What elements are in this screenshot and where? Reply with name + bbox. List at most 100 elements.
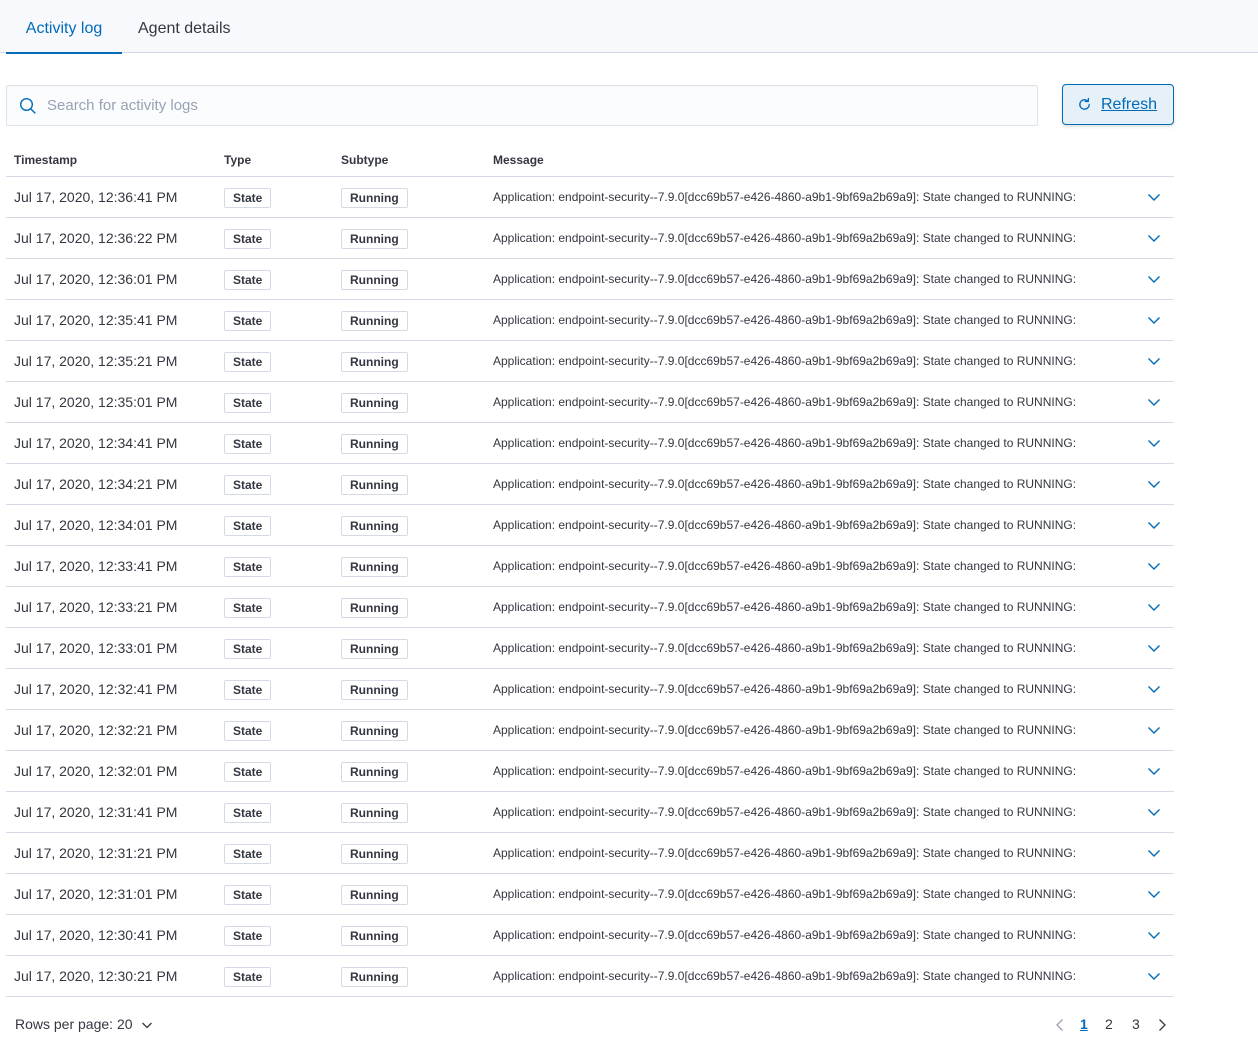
subtype-badge: Running <box>341 844 408 864</box>
table-row: Jul 17, 2020, 12:30:41 PM State Running App… <box>6 915 1174 956</box>
chevron-down-icon <box>141 1022 152 1029</box>
table-row: Jul 17, 2020, 12:30:21 PM State Running App… <box>6 956 1174 997</box>
chevron-down-icon[interactable] <box>1146 722 1162 738</box>
chevron-down-icon[interactable] <box>1146 927 1162 943</box>
subtype-badge: Running <box>341 967 408 987</box>
table-row: Jul 17, 2020, 12:32:21 PM State Running App… <box>6 710 1174 751</box>
column-header-type: Type <box>224 153 252 167</box>
row-message: Application: endpoint-security--7.9.0[dc… <box>493 231 1077 245</box>
rows-per-page-selector[interactable]: Rows per page: 20 <box>15 1016 153 1032</box>
chevron-down-icon[interactable] <box>1146 517 1162 533</box>
type-badge: State <box>224 311 272 331</box>
subtype-badge: Running <box>341 188 408 208</box>
row-message: Application: endpoint-security--7.9.0[dc… <box>493 764 1077 778</box>
type-badge: State <box>224 270 272 290</box>
table-row: Jul 17, 2020, 12:35:01 PM State Running App… <box>6 382 1174 423</box>
row-timestamp: Jul 17, 2020, 12:31:01 PM <box>14 886 178 902</box>
chevron-down-icon[interactable] <box>1146 845 1162 861</box>
type-badge: State <box>224 967 272 987</box>
table-row: Jul 17, 2020, 12:31:01 PM State Running App… <box>6 874 1174 915</box>
subtype-badge: Running <box>341 434 408 454</box>
type-badge: State <box>224 926 272 946</box>
row-message: Application: endpoint-security--7.9.0[dc… <box>493 887 1077 901</box>
type-badge: State <box>224 598 272 618</box>
column-header-subtype: Subtype <box>341 153 389 167</box>
table-row: Jul 17, 2020, 12:35:21 PM State Running App… <box>6 341 1174 382</box>
refresh-icon <box>1079 97 1090 110</box>
table-row: Jul 17, 2020, 12:34:01 PM State Running App… <box>6 505 1174 546</box>
row-message: Application: endpoint-security--7.9.0[dc… <box>493 272 1077 286</box>
chevron-down-icon[interactable] <box>1146 968 1162 984</box>
subtype-badge: Running <box>341 557 408 577</box>
type-badge: State <box>224 475 272 495</box>
chevron-down-icon[interactable] <box>1146 435 1162 451</box>
page-link-2[interactable]: 2 <box>1105 1016 1113 1032</box>
row-message: Application: endpoint-security--7.9.0[dc… <box>493 641 1077 655</box>
subtype-badge: Running <box>341 352 408 372</box>
table-row: Jul 17, 2020, 12:33:21 PM State Running App… <box>6 587 1174 628</box>
chevron-down-icon[interactable] <box>1146 394 1162 410</box>
type-badge: State <box>224 557 272 577</box>
table-row: Jul 17, 2020, 12:34:41 PM State Running App… <box>6 423 1174 464</box>
refresh-label: Refresh <box>1101 96 1158 113</box>
row-timestamp: Jul 17, 2020, 12:30:41 PM <box>14 927 178 943</box>
type-badge: State <box>224 352 272 372</box>
row-timestamp: Jul 17, 2020, 12:34:21 PM <box>14 476 178 492</box>
type-badge: State <box>224 762 272 782</box>
row-timestamp: Jul 17, 2020, 12:35:41 PM <box>14 312 178 328</box>
table-row: Jul 17, 2020, 12:31:41 PM State Running App… <box>6 792 1174 833</box>
search-bar <box>6 85 1038 126</box>
row-message: Application: endpoint-security--7.9.0[dc… <box>493 313 1077 327</box>
subtype-badge: Running <box>341 598 408 618</box>
row-message: Application: endpoint-security--7.9.0[dc… <box>493 559 1077 573</box>
chevron-down-icon[interactable] <box>1146 189 1162 205</box>
row-message: Application: endpoint-security--7.9.0[dc… <box>493 969 1077 983</box>
page-link-3[interactable]: 3 <box>1132 1016 1140 1032</box>
chevron-down-icon[interactable] <box>1146 476 1162 492</box>
subtype-badge: Running <box>341 680 408 700</box>
rows-per-page-label: Rows per page: 20 <box>15 1016 133 1032</box>
search-input[interactable] <box>47 86 1027 125</box>
subtype-badge: Running <box>341 475 408 495</box>
row-message: Application: endpoint-security--7.9.0[dc… <box>493 436 1077 450</box>
row-timestamp: Jul 17, 2020, 12:34:01 PM <box>14 517 178 533</box>
row-timestamp: Jul 17, 2020, 12:36:22 PM <box>14 230 178 246</box>
tab-activity-log[interactable]: Activity log <box>6 0 122 54</box>
table-row: Jul 17, 2020, 12:36:41 PM State Running App… <box>6 177 1174 218</box>
chevron-down-icon[interactable] <box>1146 230 1162 246</box>
subtype-badge: Running <box>341 762 408 782</box>
chevron-down-icon[interactable] <box>1146 271 1162 287</box>
chevron-down-icon[interactable] <box>1146 804 1162 820</box>
row-timestamp: Jul 17, 2020, 12:34:41 PM <box>14 435 178 451</box>
page-link-1[interactable]: 1 <box>1080 1016 1088 1032</box>
table-row: Jul 17, 2020, 12:31:21 PM State Running App… <box>6 833 1174 874</box>
refresh-button[interactable]: Refresh <box>1062 84 1174 125</box>
row-timestamp: Jul 17, 2020, 12:32:01 PM <box>14 763 178 779</box>
chevron-down-icon[interactable] <box>1146 558 1162 574</box>
row-message: Application: endpoint-security--7.9.0[dc… <box>493 477 1077 491</box>
chevron-down-icon[interactable] <box>1146 763 1162 779</box>
row-timestamp: Jul 17, 2020, 12:33:01 PM <box>14 640 178 656</box>
chevron-down-icon[interactable] <box>1146 599 1162 615</box>
type-badge: State <box>224 680 272 700</box>
chevron-down-icon[interactable] <box>1146 640 1162 656</box>
row-timestamp: Jul 17, 2020, 12:36:41 PM <box>14 189 178 205</box>
table-header: Timestamp Type Subtype Message <box>6 144 1174 177</box>
tab-agent-details[interactable]: Agent details <box>122 0 262 53</box>
type-badge: State <box>224 844 272 864</box>
chevron-down-icon[interactable] <box>1146 312 1162 328</box>
type-badge: State <box>224 639 272 659</box>
table-body: Jul 17, 2020, 12:36:41 PM State Running App… <box>6 177 1174 997</box>
chevron-left-icon[interactable] <box>1054 1018 1066 1032</box>
row-message: Application: endpoint-security--7.9.0[dc… <box>493 190 1077 204</box>
table-row: Jul 17, 2020, 12:34:21 PM State Running App… <box>6 464 1174 505</box>
type-badge: State <box>224 721 272 741</box>
row-message: Application: endpoint-security--7.9.0[dc… <box>493 518 1077 532</box>
chevron-right-icon[interactable] <box>1156 1018 1168 1032</box>
row-timestamp: Jul 17, 2020, 12:35:21 PM <box>14 353 178 369</box>
search-icon <box>19 97 36 114</box>
chevron-down-icon[interactable] <box>1146 681 1162 697</box>
chevron-down-icon[interactable] <box>1146 886 1162 902</box>
chevron-down-icon[interactable] <box>1146 353 1162 369</box>
row-message: Application: endpoint-security--7.9.0[dc… <box>493 846 1077 860</box>
